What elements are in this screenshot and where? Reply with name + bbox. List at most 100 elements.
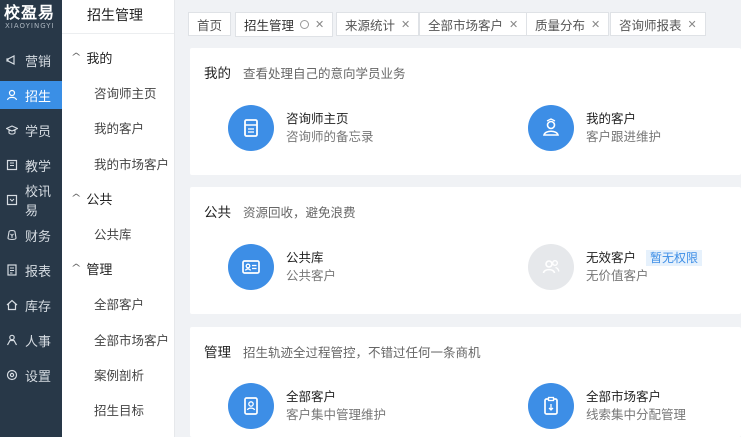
close-icon[interactable]: ✕ [688, 18, 697, 31]
logo-sub: XIAOYINGYI [5, 22, 55, 30]
nav-item-label: 招生 [25, 89, 52, 105]
section-manage: 管理 招生轨迹全过程管控，不错过任何一条商机 全部客户 客户集中管理维护 全部市… [190, 327, 741, 437]
gear-icon [6, 369, 18, 381]
section-desc: 招生轨迹全过程管控，不错过任何一条商机 [243, 345, 481, 360]
card-consultant-home[interactable]: 咨询师主页 咨询师的备忘录 [228, 105, 374, 151]
card-all-customers[interactable]: 全部客户 客户集中管理维护 [228, 383, 386, 429]
graduation-cap-icon [6, 124, 18, 136]
main-nav: 校盈易 XIAOYINGYI 营销 招生 学员 教学 校讯易 财务 报表 库存 … [0, 0, 62, 437]
nav-item-teaching[interactable]: 教学 [0, 151, 62, 179]
card-desc: 线索集中分配管理 [586, 407, 687, 422]
logo-name: 校盈易 [4, 3, 56, 22]
sidebar-group-manage[interactable]: ^ 管理 [71, 259, 113, 278]
no-permission-badge: 暂无权限 [646, 250, 703, 266]
logo: 校盈易 XIAOYINGYI [0, 0, 62, 40]
sidebar-item-public-pool[interactable]: 公共库 [94, 224, 132, 243]
sidebar-item-enrollment-target[interactable]: 招生目标 [94, 400, 144, 419]
sidebar-item-all-customers[interactable]: 全部客户 [94, 294, 144, 313]
users-group-icon [528, 244, 574, 290]
nav-item-label: 营销 [25, 54, 52, 70]
nav-item-marketing[interactable]: 营销 [0, 46, 62, 74]
chevron-up-icon: ^ [70, 52, 82, 63]
nav-item-inventory[interactable]: 库存 [0, 291, 62, 319]
refresh-icon[interactable] [300, 20, 310, 29]
sidebar-item-consultant-home[interactable]: 咨询师主页 [94, 83, 157, 102]
card-desc: 客户跟进维护 [586, 129, 662, 144]
close-icon[interactable]: ✕ [401, 18, 410, 31]
section-public: 公共 资源回收，避免浪费 公共库 公共客户 无效客户 暂无权限 无价值客户 [190, 187, 741, 314]
tab-quality-distribution[interactable]: 质量分布 ✕ [526, 12, 610, 36]
sidebar-title: 招生管理 [62, 0, 174, 34]
nav-item-label: 财务 [25, 229, 52, 245]
section-title: 公共 [204, 205, 231, 221]
tab-enrollment-management[interactable]: 招生管理 ✕ [235, 12, 334, 37]
sidebar-group-label: 管理 [86, 263, 113, 278]
card-title: 全部市场客户 [586, 389, 662, 404]
nav-item-label: 教学 [25, 159, 52, 175]
notebook-icon [228, 105, 274, 151]
sidebar-item-case-analysis[interactable]: 案例剖析 [94, 365, 144, 384]
nav-item-finance[interactable]: 财务 [0, 221, 62, 249]
section-header: 我的 查看处理自己的意向学员业务 [204, 62, 406, 82]
sidebar-item-my-customers[interactable]: 我的客户 [94, 118, 144, 137]
nav-item-label: 校讯易 [25, 185, 52, 219]
tab-label: 招生管理 [244, 18, 295, 33]
card-title: 公共库 [286, 250, 324, 265]
chevron-up-icon: ^ [70, 193, 82, 204]
close-icon[interactable]: ✕ [591, 18, 600, 31]
card-desc: 咨询师的备忘录 [286, 129, 374, 144]
section-desc: 资源回收，避免浪费 [243, 205, 356, 220]
report-icon [6, 264, 18, 276]
nav-item-label: 学员 [25, 124, 52, 140]
tab-consultant-report[interactable]: 咨询师报表 ✕ [610, 12, 706, 36]
card-title: 咨询师主页 [286, 111, 349, 126]
sidebar-item-my-market-customers[interactable]: 我的市场客户 [94, 154, 169, 173]
close-icon[interactable]: ✕ [315, 18, 324, 31]
section-title: 管理 [204, 345, 231, 361]
close-icon[interactable]: ✕ [509, 18, 518, 31]
section-header: 公共 资源回收，避免浪费 [204, 201, 356, 221]
card-all-market-customers[interactable]: 全部市场客户 线索集中分配管理 [528, 383, 686, 429]
section-title: 我的 [204, 66, 231, 82]
section-header: 管理 招生轨迹全过程管控，不错过任何一条商机 [204, 341, 481, 361]
card-invalid-customers: 无效客户 暂无权限 无价值客户 [528, 244, 703, 290]
sidebar-group-mine[interactable]: ^ 我的 [70, 48, 113, 67]
nav-item-students[interactable]: 学员 [0, 116, 62, 144]
tab-all-market-customers[interactable]: 全部市场客户 ✕ [419, 12, 528, 36]
contact-card-icon [228, 244, 274, 290]
module-sidebar: 招生管理 ^ 我的 咨询师主页 我的客户 我的市场客户 ^ 公共 公共库 ^ 管… [62, 0, 175, 437]
tab-bar: 首页 招生管理 ✕ 来源统计 ✕ 全部市场客户 ✕ 质量分布 ✕ 咨询师报表 ✕ [176, 0, 741, 40]
tab-label: 咨询师报表 [619, 17, 682, 33]
card-my-customers[interactable]: 我的客户 客户跟进维护 [528, 105, 661, 151]
nav-item-reports[interactable]: 报表 [0, 256, 62, 284]
tab-home[interactable]: 首页 [188, 12, 232, 36]
tab-label: 全部市场客户 [428, 17, 504, 33]
nav-item-hr[interactable]: 人事 [0, 326, 62, 354]
home-icon [6, 299, 18, 311]
nav-item-label: 设置 [25, 369, 52, 385]
card-desc: 公共客户 [286, 268, 337, 283]
nav-item-messaging[interactable]: 校讯易 [0, 185, 62, 219]
card-title: 无效客户 [586, 250, 637, 265]
section-desc: 查看处理自己的意向学员业务 [243, 66, 406, 81]
card-desc: 无价值客户 [586, 268, 649, 283]
tab-source-stats[interactable]: 来源统计 ✕ [336, 12, 420, 36]
nav-item-enrollment[interactable]: 招生 [0, 81, 62, 109]
nav-item-settings[interactable]: 设置 [0, 361, 62, 389]
tab-label: 质量分布 [535, 17, 586, 33]
tab-label: 首页 [197, 17, 223, 33]
sidebar-group-label: 公共 [86, 193, 113, 208]
nav-item-label: 人事 [25, 334, 52, 350]
card-title-row: 无效客户 暂无权限 [586, 249, 703, 267]
sidebar-item-all-market-customers[interactable]: 全部市场客户 [94, 330, 169, 349]
message-icon [6, 194, 18, 206]
money-icon [6, 229, 18, 241]
person-list-icon [228, 383, 274, 429]
section-mine: 我的 查看处理自己的意向学员业务 咨询师主页 咨询师的备忘录 我的客户 客户跟进… [190, 48, 741, 175]
card-desc: 客户集中管理维护 [286, 407, 387, 422]
card-title: 我的客户 [586, 111, 637, 126]
sidebar-group-public[interactable]: ^ 公共 [70, 189, 113, 208]
card-public-pool[interactable]: 公共库 公共客户 [228, 244, 336, 290]
nav-item-label: 报表 [25, 264, 52, 280]
marketing-icon [6, 54, 18, 66]
